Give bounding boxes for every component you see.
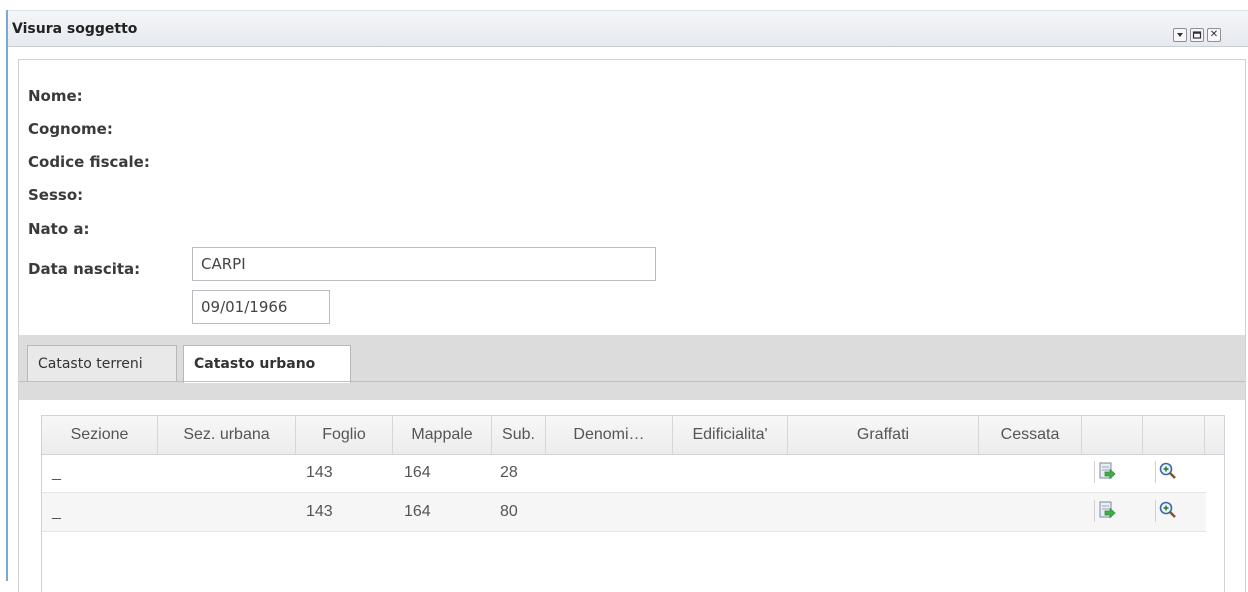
col-header-scroll [1205, 416, 1224, 454]
col-header-foglio[interactable]: Foglio [296, 416, 393, 454]
export-document-icon[interactable] [1094, 500, 1116, 522]
col-header-cessata[interactable]: Cessata [979, 416, 1082, 454]
window-header[interactable]: Visura soggetto ✕ [8, 11, 1248, 47]
col-header-sub[interactable]: Sub. [492, 416, 546, 454]
tab-divider [19, 381, 1245, 382]
grid-header: Sezione Sez. urbana Foglio Mappale Sub. … [42, 416, 1224, 455]
zoom-in-icon[interactable] [1155, 500, 1177, 522]
cadastre-tabstrip: Catasto terreni Catasto urbano [18, 335, 1246, 400]
cell-foglio: 143 [306, 503, 333, 520]
tab-catasto-urbano[interactable]: Catasto urbano [183, 345, 351, 383]
col-header-sezione[interactable]: Sezione [42, 416, 158, 454]
table-row[interactable]: _ 143 164 28 [42, 454, 1206, 493]
subject-form-panel: Nome: Cognome: Codice fiscale: Sesso: Na… [18, 59, 1246, 336]
cell-sezione: _ [52, 503, 61, 520]
grid-container: Sezione Sez. urbana Foglio Mappale Sub. … [18, 400, 1246, 592]
col-header-sez-urbana[interactable]: Sez. urbana [158, 416, 296, 454]
cell-sezione: _ [52, 464, 61, 481]
tab-catasto-terreni[interactable]: Catasto terreni [27, 345, 177, 382]
visura-soggetto-window: Visura soggetto ✕ Nome: Cognome: Codice … [8, 10, 1248, 592]
data-nascita-field[interactable]: 09/01/1966 [192, 290, 330, 324]
zoom-in-icon[interactable] [1155, 461, 1177, 483]
col-header-edificialita[interactable]: Edificialita' [673, 416, 788, 454]
cell-mappale: 164 [404, 464, 431, 481]
immobili-grid: Sezione Sez. urbana Foglio Mappale Sub. … [41, 415, 1225, 592]
col-header-action-2 [1143, 416, 1205, 454]
cell-foglio: 143 [306, 464, 333, 481]
nato-a-field[interactable]: CARPI [192, 247, 656, 281]
sesso-label: Sesso: [28, 186, 84, 204]
export-document-icon[interactable] [1094, 461, 1116, 483]
table-row[interactable]: _ 143 164 80 [42, 493, 1206, 532]
cell-sub: 28 [500, 464, 518, 481]
chevron-down-icon[interactable] [1173, 28, 1187, 42]
close-glyph: ✕ [1209, 29, 1219, 40]
nome-label: Nome: [28, 87, 83, 105]
cell-sub: 80 [500, 503, 518, 520]
cell-mappale: 164 [404, 503, 431, 520]
col-header-mappale[interactable]: Mappale [393, 416, 492, 454]
data-nascita-label: Data nascita: [28, 260, 141, 278]
cognome-label: Cognome: [28, 120, 113, 138]
codice-fiscale-label: Codice fiscale: [28, 153, 150, 171]
col-header-graffati[interactable]: Graffati [788, 416, 979, 454]
top-strip [0, 0, 1248, 10]
col-header-denominazione[interactable]: Denomi… [546, 416, 673, 454]
window-title: Visura soggetto [12, 21, 138, 37]
close-icon[interactable]: ✕ [1207, 28, 1221, 42]
maximize-icon[interactable] [1190, 28, 1204, 42]
nato-a-label: Nato a: [28, 220, 90, 238]
col-header-action-1 [1082, 416, 1143, 454]
